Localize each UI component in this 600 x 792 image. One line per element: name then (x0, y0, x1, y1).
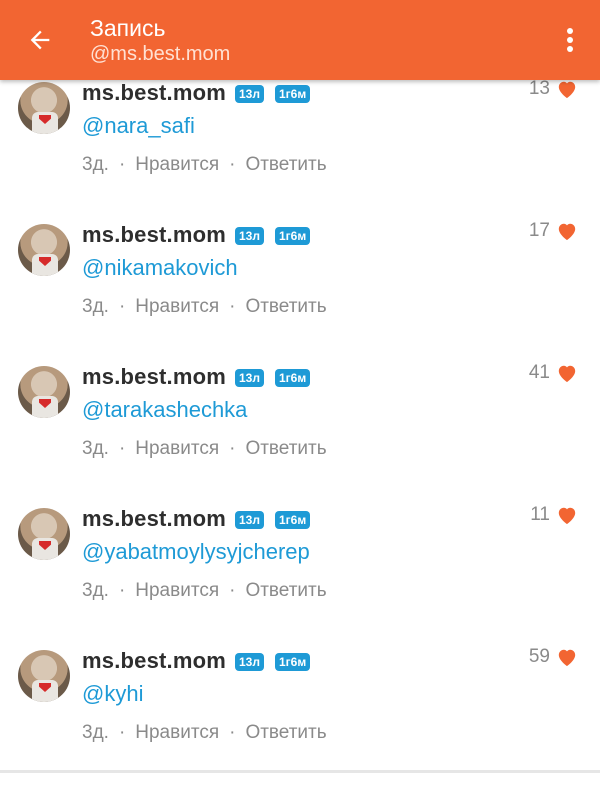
like-button[interactable]: Нравится (135, 296, 219, 318)
comment-meta: 3д. · Нравится · Ответить (82, 438, 327, 460)
comment-username[interactable]: ms.best.mom (82, 79, 226, 107)
separator-dot: · (229, 154, 236, 175)
age-badge: 13л (235, 653, 264, 671)
avatar[interactable] (18, 508, 70, 560)
reply-button[interactable]: Ответить (245, 580, 326, 602)
like-count: 17 (528, 220, 550, 241)
like-count: 41 (528, 362, 550, 383)
separator-dot: · (229, 580, 236, 601)
comment-time: 3д. (82, 296, 109, 317)
comment-time: 3д. (82, 154, 109, 175)
heart-icon[interactable] (556, 79, 578, 99)
separator-dot: · (229, 722, 236, 743)
like-count: 59 (528, 646, 550, 667)
reply-button[interactable]: Ответить (245, 722, 326, 744)
separator-dot: · (118, 438, 126, 459)
comment-item: ms.best.mom 13л 1г6м @nara_safi 3д. · Нр… (0, 78, 600, 224)
like-counter[interactable]: 13 (529, 78, 578, 100)
avatar[interactable] (18, 366, 70, 418)
comment-meta: 3д. · Нравится · Ответить (82, 296, 327, 318)
tenure-badge: 1г6м (275, 369, 311, 387)
comment-meta: 3д. · Нравится · Ответить (82, 722, 327, 744)
comment-mention-link[interactable]: @tarakashechka (82, 396, 247, 424)
avatar[interactable] (18, 650, 70, 702)
comment-username[interactable]: ms.best.mom (82, 363, 226, 391)
comment-mention-link[interactable]: @nara_safi (82, 112, 195, 140)
age-badge: 13л (235, 227, 264, 245)
like-counter[interactable]: 11 (530, 504, 578, 526)
comment-mention-link[interactable]: @nikamakovich (82, 254, 238, 282)
reply-button[interactable]: Ответить (245, 154, 326, 176)
separator-dot: · (118, 296, 126, 317)
more-options-button[interactable] (556, 22, 584, 58)
separator-dot: · (229, 296, 236, 317)
comment-meta: 3д. · Нравится · Ответить (82, 154, 327, 176)
like-counter[interactable]: 41 (529, 362, 578, 384)
like-counter[interactable]: 59 (529, 646, 578, 668)
heart-icon[interactable] (556, 363, 578, 383)
like-counter[interactable]: 17 (529, 220, 578, 242)
app-bar-titles: Запись @ms.best.mom (90, 14, 230, 66)
comment-mention-link[interactable]: @yabatmoylysyjcherep (82, 538, 310, 566)
comment-username[interactable]: ms.best.mom (82, 221, 226, 249)
age-badge: 13л (235, 369, 264, 387)
tenure-badge: 1г6м (275, 511, 311, 529)
comment-time: 3д. (82, 722, 109, 743)
tenure-badge: 1г6м (275, 653, 311, 671)
heart-icon[interactable] (556, 505, 578, 525)
avatar[interactable] (18, 224, 70, 276)
like-button[interactable]: Нравится (135, 722, 219, 744)
more-vertical-icon[interactable] (566, 27, 574, 53)
heart-icon[interactable] (556, 647, 578, 667)
separator-dot: · (229, 438, 236, 459)
comment-time: 3д. (82, 580, 109, 601)
age-badge: 13л (235, 511, 264, 529)
tenure-badge: 1г6м (275, 227, 311, 245)
like-button[interactable]: Нравится (135, 154, 219, 176)
tenure-badge: 1г6м (275, 85, 311, 103)
comment-item: ms.best.mom 13л 1г6м @nikamakovich 3д. ·… (0, 220, 600, 366)
age-badge: 13л (235, 85, 264, 103)
comment-item: ms.best.mom 13л 1г6м @tarakashechka 3д. … (0, 362, 600, 508)
avatar[interactable] (18, 82, 70, 134)
comment-username[interactable]: ms.best.mom (82, 647, 226, 675)
comment-item: ms.best.mom 13л 1г6м @yabatmoylysyjchere… (0, 504, 600, 650)
like-button[interactable]: Нравится (135, 438, 219, 460)
reply-button[interactable]: Ответить (245, 296, 326, 318)
page-subtitle: @ms.best.mom (90, 43, 231, 65)
separator-dot: · (118, 154, 126, 175)
heart-icon[interactable] (556, 221, 578, 241)
page-title: Запись (90, 15, 166, 41)
separator-dot: · (118, 580, 126, 601)
reply-button[interactable]: Ответить (245, 438, 326, 460)
like-button[interactable]: Нравится (135, 580, 219, 602)
separator-dot: · (118, 722, 126, 743)
app-bar: Запись @ms.best.mom (0, 0, 600, 80)
comment-username[interactable]: ms.best.mom (82, 505, 226, 533)
comment-time: 3д. (82, 438, 109, 459)
like-count: 13 (528, 78, 550, 99)
comment-mention-link[interactable]: @kyhi (82, 680, 143, 708)
like-count: 11 (530, 504, 550, 525)
comment-meta: 3д. · Нравится · Ответить (82, 580, 327, 602)
back-button[interactable] (24, 24, 56, 56)
arrow-left-icon[interactable] (26, 26, 54, 54)
